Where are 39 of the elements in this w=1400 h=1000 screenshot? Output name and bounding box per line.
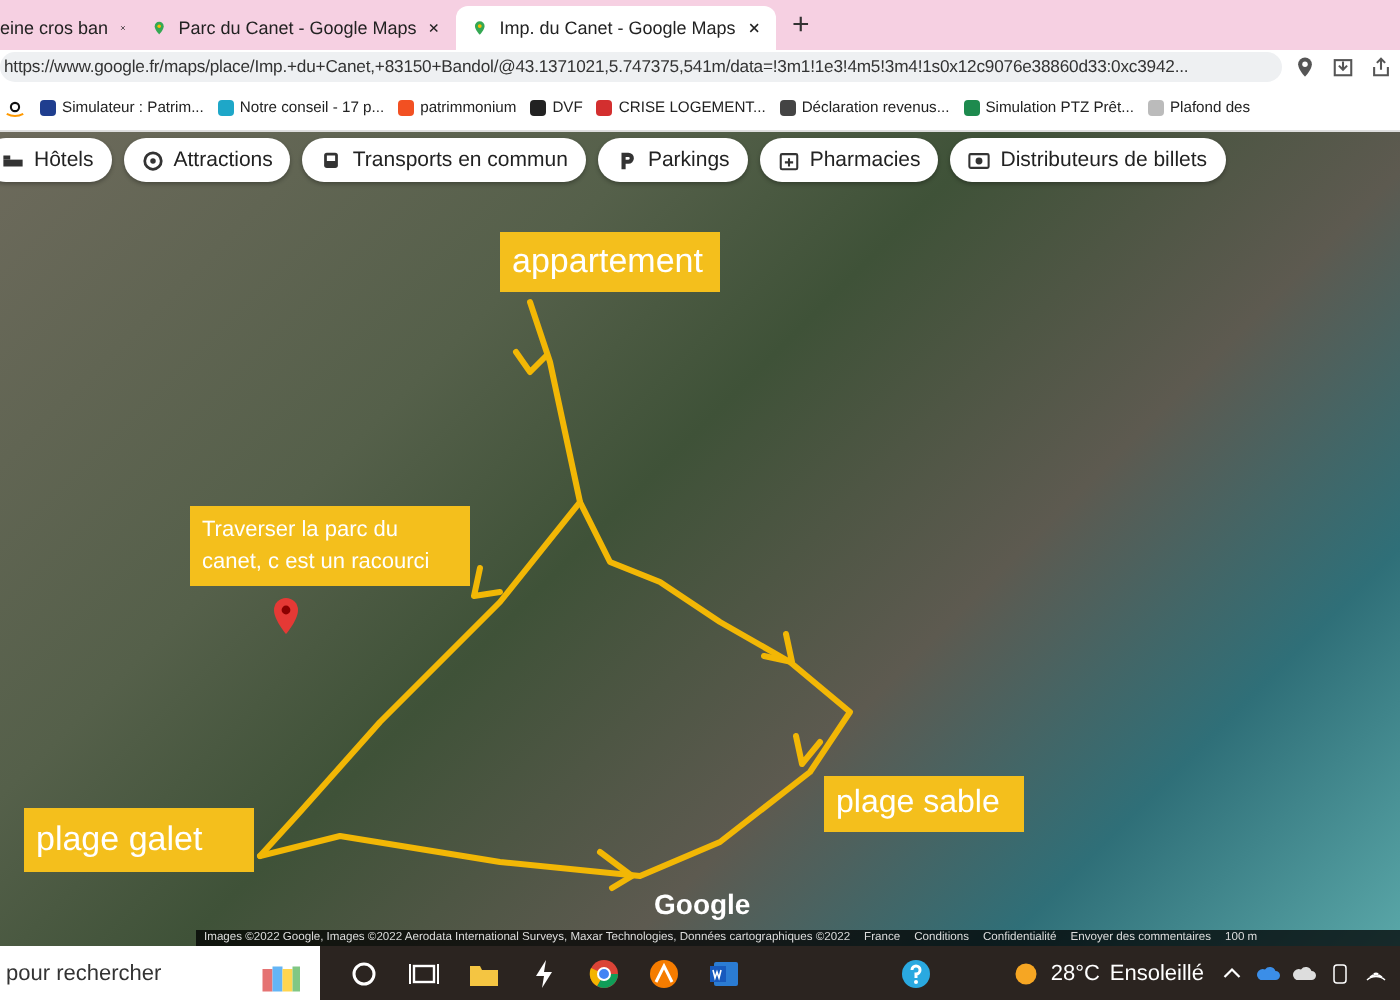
filter-chip[interactable]: Attractions	[123, 138, 291, 182]
annotation-label: plage sable	[824, 776, 1024, 832]
device-icon[interactable]	[1328, 962, 1352, 986]
word-icon[interactable]	[708, 958, 740, 990]
filter-chip[interactable]: Distributeurs de billets	[950, 138, 1226, 182]
app-icon[interactable]	[648, 958, 680, 990]
browser-tab[interactable]: eine cros ban	[0, 6, 136, 50]
filter-chip[interactable]: Parkings	[597, 138, 748, 182]
weather-text: Ensoleillé	[1109, 962, 1204, 986]
close-icon[interactable]	[747, 20, 760, 36]
task-view-icon[interactable]	[408, 958, 440, 990]
sun-icon	[1012, 960, 1041, 988]
install-icon[interactable]	[1332, 56, 1354, 78]
map-logo: Google	[654, 888, 751, 920]
cloud-icon[interactable]	[1256, 962, 1280, 986]
annotation-label: plage galet	[24, 808, 254, 872]
close-icon[interactable]	[428, 20, 440, 36]
filter-chip[interactable]: Hôtels	[0, 138, 112, 182]
chrome-icon[interactable]	[588, 958, 620, 990]
map-pin-icon	[270, 596, 302, 636]
location-icon[interactable]	[1294, 56, 1316, 78]
new-tab-button[interactable]: +	[792, 8, 810, 42]
annotation-label: Traverser la parc du canet, c est un racourci	[190, 506, 470, 586]
browser-tab[interactable]: Imp. du Canet - Google Maps	[456, 6, 776, 50]
filter-chip[interactable]: Pharmacies	[759, 138, 939, 182]
help-icon[interactable]	[900, 958, 932, 990]
circle-icon[interactable]	[348, 958, 380, 990]
annotation-label: appartement	[500, 232, 720, 292]
share-icon[interactable]	[1370, 56, 1392, 78]
temperature: 28°C	[1050, 962, 1100, 986]
search-field[interactable]: pour rechercher	[0, 946, 320, 1000]
filter-chip[interactable]: Transports en commun	[302, 138, 586, 182]
cloud-icon[interactable]	[1292, 962, 1316, 986]
pharmacy-icon	[777, 149, 800, 171]
browser-tab[interactable]: Parc du Canet - Google Maps	[136, 6, 456, 50]
banknote-icon	[968, 149, 991, 171]
map-pin-icon	[472, 18, 488, 38]
address-field[interactable]: https://www.google.fr/maps/place/Imp.+du+Canet,+83150+Bandol/@43.1371021,5.747375,541m/data=!3m1!1e3!4m5!3m4!1s0x12c9076e38860d33:0xc3942...	[0, 52, 1282, 82]
map-pin-icon	[152, 18, 167, 38]
